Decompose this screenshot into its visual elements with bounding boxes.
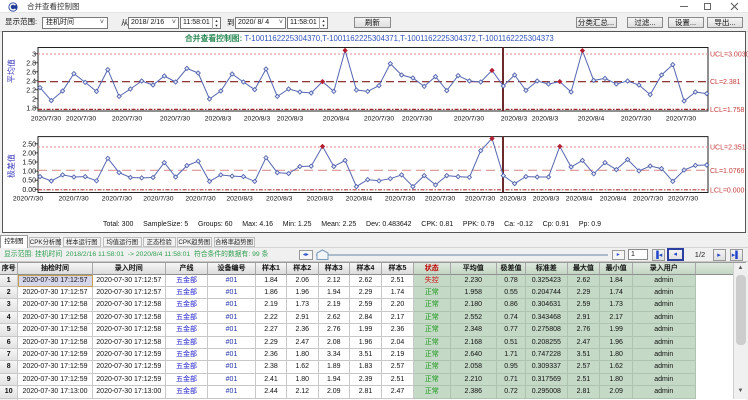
svg-text:2020/8/3: 2020/8/3 bbox=[533, 196, 560, 203]
svg-text:Total: 300 SampleSize: 5: Total: 300 SampleSize: 5 Groups: 60 Max:… bbox=[103, 221, 601, 228]
svg-text:平均值: 平均值 bbox=[6, 59, 16, 83]
svg-text:2020/7/30: 2020/7/30 bbox=[621, 116, 651, 123]
svg-text:2.50: 2.50 bbox=[22, 141, 36, 148]
svg-text:2.00: 2.00 bbox=[22, 150, 36, 157]
svg-text:2020/7/30: 2020/7/30 bbox=[66, 116, 96, 123]
svg-text:2: 2 bbox=[32, 96, 36, 103]
svg-text:2020/8/3: 2020/8/3 bbox=[277, 116, 304, 123]
svg-text:2020/7/30: 2020/7/30 bbox=[112, 116, 142, 123]
svg-text:2020/7/30: 2020/7/30 bbox=[425, 196, 455, 203]
svg-text:2020/7/30: 2020/7/30 bbox=[454, 116, 484, 123]
svg-text:1.50: 1.50 bbox=[22, 160, 36, 167]
svg-text:2020/8/4: 2020/8/4 bbox=[566, 196, 593, 203]
svg-text:2020/8/4: 2020/8/4 bbox=[578, 116, 605, 123]
svg-text:2020/7/30: 2020/7/30 bbox=[385, 196, 415, 203]
svg-text:LCL=0.000: LCL=0.000 bbox=[710, 187, 745, 194]
svg-text:2020/8/3: 2020/8/3 bbox=[205, 116, 232, 123]
svg-text:2020/7/30: 2020/7/30 bbox=[465, 196, 495, 203]
svg-text:CL=2.381: CL=2.381 bbox=[710, 79, 741, 86]
svg-text:2020/7/30: 2020/7/30 bbox=[666, 116, 696, 123]
svg-text:2.8: 2.8 bbox=[26, 60, 36, 67]
svg-text:2.6: 2.6 bbox=[26, 69, 36, 76]
svg-text:合并查看控制图: T-1001162225304370,T-: 合并查看控制图: T-1001162225304370,T-1001162225… bbox=[184, 33, 554, 43]
svg-text:2020/7/30: 2020/7/30 bbox=[160, 116, 190, 123]
svg-text:2020/7/30: 2020/7/30 bbox=[143, 196, 173, 203]
svg-text:0.00: 0.00 bbox=[22, 187, 36, 194]
svg-text:极差值: 极差值 bbox=[6, 154, 16, 178]
svg-text:2020/7/30: 2020/7/30 bbox=[102, 196, 132, 203]
svg-text:3: 3 bbox=[32, 51, 36, 58]
svg-text:UCL=2.351: UCL=2.351 bbox=[710, 145, 746, 152]
svg-text:2020/7/30: 2020/7/30 bbox=[13, 196, 43, 203]
svg-text:CL=1.0766: CL=1.0766 bbox=[710, 168, 745, 175]
svg-text:2.2: 2.2 bbox=[26, 87, 36, 94]
svg-text:2020/8/3: 2020/8/3 bbox=[307, 196, 334, 203]
svg-text:2020/8/4: 2020/8/4 bbox=[346, 196, 373, 203]
svg-text:2020/7/30: 2020/7/30 bbox=[668, 196, 698, 203]
svg-text:2020/8/3: 2020/8/3 bbox=[500, 196, 527, 203]
svg-text:2020/8/3: 2020/8/3 bbox=[226, 196, 253, 203]
svg-text:2020/8/4: 2020/8/4 bbox=[600, 196, 627, 203]
svg-text:2020/7/30: 2020/7/30 bbox=[58, 196, 88, 203]
svg-text:LCL=1.758: LCL=1.758 bbox=[710, 107, 745, 114]
svg-text:2020/7/30: 2020/7/30 bbox=[364, 116, 394, 123]
svg-text:2.4: 2.4 bbox=[26, 78, 36, 85]
svg-text:2020/8/3: 2020/8/3 bbox=[266, 196, 293, 203]
svg-text:2020/7/30: 2020/7/30 bbox=[633, 196, 663, 203]
svg-text:0.50: 0.50 bbox=[22, 178, 36, 185]
svg-text:2020/7/30: 2020/7/30 bbox=[402, 116, 432, 123]
svg-text:2020/8/4: 2020/8/4 bbox=[323, 116, 350, 123]
svg-text:2020/8/3: 2020/8/3 bbox=[501, 116, 528, 123]
svg-text:UCL=3.00305: UCL=3.00305 bbox=[710, 52, 748, 59]
svg-text:1.00: 1.00 bbox=[22, 169, 36, 176]
svg-text:2020/7/30: 2020/7/30 bbox=[31, 116, 61, 123]
svg-text:2020/8/3: 2020/8/3 bbox=[244, 116, 271, 123]
svg-text:2020/8/3: 2020/8/3 bbox=[532, 116, 559, 123]
svg-text:1.8: 1.8 bbox=[26, 105, 36, 112]
svg-text:2020/7/30: 2020/7/30 bbox=[185, 196, 215, 203]
